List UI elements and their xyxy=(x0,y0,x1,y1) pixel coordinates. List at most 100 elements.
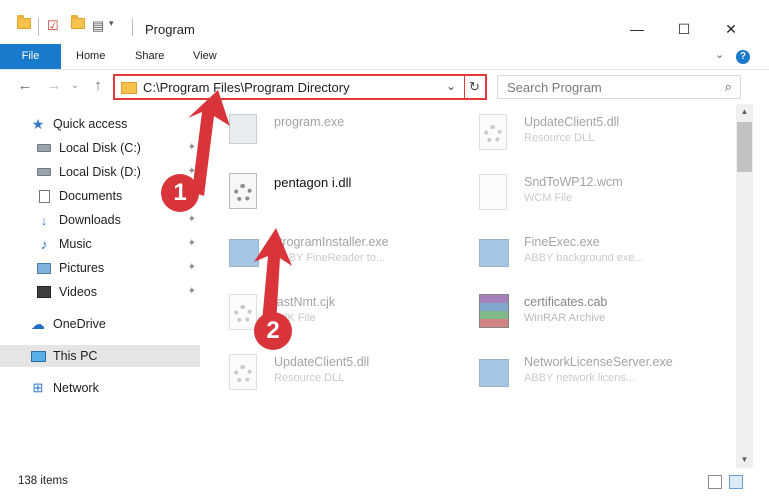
list-item[interactable]: program.exe xyxy=(204,104,454,160)
tab-file[interactable]: File xyxy=(0,44,61,69)
forward-button[interactable]: → xyxy=(45,77,63,95)
dll-icon xyxy=(479,114,509,150)
new-folder-icon[interactable] xyxy=(71,15,85,29)
sidebar-item-downloads[interactable]: ↓ Downloads ✦ xyxy=(0,209,200,231)
list-item[interactable]: UpdateClient5.dll Resource DLL xyxy=(204,344,454,400)
file-name: lastNmt.cjk xyxy=(274,295,336,309)
file-icon xyxy=(479,174,509,210)
list-item[interactable]: NetworkLicenseServer.exe ABBY network li… xyxy=(454,344,704,400)
up-button[interactable]: ↑ xyxy=(89,77,107,95)
list-item[interactable]: FineExec.exe ABBY background exe... xyxy=(454,224,704,280)
network-icon: ⊞ xyxy=(32,380,44,395)
file-name: certificates.cab xyxy=(524,295,608,309)
list-item[interactable]: SndToWP12.wcm WCM File xyxy=(454,164,704,220)
address-bar[interactable]: C:\Program Files\Program Directory ⌄ ↻ xyxy=(113,74,487,100)
sidebar-item-label: Music xyxy=(59,237,92,251)
pin-icon: ✦ xyxy=(187,142,196,153)
star-icon: ★ xyxy=(31,115,45,132)
item-count: 138 items xyxy=(18,475,68,487)
search-placeholder: Search Program xyxy=(507,80,602,95)
minimize-button[interactable]: — xyxy=(614,14,660,44)
properties-icon[interactable]: ☑ xyxy=(47,18,59,34)
sidebar-item-local-disk-c[interactable]: Local Disk (C:) ✦ xyxy=(0,137,200,159)
file-name: FineExec.exe xyxy=(524,235,600,249)
sidebar-item-label: Documents xyxy=(59,189,123,203)
pin-icon: ✦ xyxy=(187,286,196,297)
dll-icon xyxy=(229,354,259,390)
document-icon xyxy=(36,189,52,203)
scroll-thumb[interactable] xyxy=(737,122,752,172)
file-type: ABBY network licens... xyxy=(524,372,636,384)
pin-icon: ✦ xyxy=(187,214,196,225)
details-view-icon[interactable] xyxy=(708,475,722,489)
maximize-button[interactable]: ☐ xyxy=(661,14,707,44)
refresh-button[interactable]: ↻ xyxy=(469,79,480,95)
sidebar-item-label: Local Disk (D:) xyxy=(59,165,141,179)
list-item[interactable]: certificates.cab WinRAR Archive xyxy=(454,284,704,340)
list-item[interactable]: ProgramInstaller.exe ABBY FineReader to.… xyxy=(204,224,454,280)
status-bar: 138 items xyxy=(0,468,769,502)
pin-icon: ✦ xyxy=(187,262,196,273)
dll-icon xyxy=(229,173,259,209)
file-type: WCM File xyxy=(524,192,573,204)
divider xyxy=(464,76,465,98)
sidebar-item-videos[interactable]: Videos ✦ xyxy=(0,281,200,303)
search-icon[interactable]: ⌕ xyxy=(725,79,732,95)
file-type: ABBY background exe... xyxy=(524,252,644,264)
archive-icon xyxy=(479,294,509,330)
customize-quick-access-icon[interactable]: ▾ xyxy=(109,18,114,29)
expand-ribbon-icon[interactable]: ⌄ xyxy=(715,48,724,61)
sidebar-item-this-pc[interactable]: This PC xyxy=(0,345,200,367)
file-name: SndToWP12.wcm xyxy=(524,175,623,189)
file-name: UpdateClient5.dll xyxy=(524,115,620,129)
sidebar-item-label: Quick access xyxy=(53,117,128,131)
ribbon: File Home Share View ⌄ ? xyxy=(0,44,769,70)
video-icon xyxy=(36,285,52,299)
file-name: UpdateClient5.dll xyxy=(274,355,370,369)
tab-home[interactable]: Home xyxy=(76,44,105,69)
sidebar-item-label: Videos xyxy=(59,285,97,299)
sidebar-item-label: OneDrive xyxy=(53,317,106,331)
sidebar-item-label: Pictures xyxy=(59,261,105,275)
step-one-badge: 1 xyxy=(161,174,199,212)
layout-icon[interactable]: ▤ xyxy=(92,18,104,34)
setup-icon xyxy=(229,114,259,150)
address-dropdown-icon[interactable]: ⌄ xyxy=(446,79,456,93)
sidebar-item-quick-access[interactable]: ★ Quick access xyxy=(0,113,200,135)
sidebar-item-network[interactable]: ⊞ Network xyxy=(0,377,200,399)
sidebar-item-onedrive[interactable]: ☁ OneDrive xyxy=(0,313,200,335)
file-name: program.exe xyxy=(274,115,345,129)
app-icon xyxy=(479,354,509,390)
tab-view[interactable]: View xyxy=(193,44,217,69)
folder-icon xyxy=(121,82,137,94)
disk-icon xyxy=(36,165,52,179)
list-item-selected[interactable]: pentagon i.dll xyxy=(204,164,454,220)
navigation-pane: ★ Quick access Local Disk (C:) ✦ Local D… xyxy=(0,104,200,468)
large-icons-view-icon[interactable] xyxy=(729,475,743,489)
address-path[interactable]: C:\Program Files\Program Directory xyxy=(143,80,350,95)
app-icon xyxy=(229,234,259,270)
app-icon xyxy=(479,234,509,270)
list-item[interactable]: UpdateClient5.dll Resource DLL xyxy=(454,104,704,160)
file-type: ABBY FineReader to... xyxy=(274,252,386,264)
tab-share[interactable]: Share xyxy=(135,44,164,69)
sidebar-item-pictures[interactable]: Pictures ✦ xyxy=(0,257,200,279)
scroll-down-icon[interactable]: ▼ xyxy=(736,452,753,468)
disk-icon xyxy=(36,141,52,155)
sidebar-item-label: Local Disk (C:) xyxy=(59,141,141,155)
navigation-bar: ← → ⌄ ↑ C:\Program Files\Program Directo… xyxy=(0,70,769,104)
sidebar-item-label: This PC xyxy=(53,349,98,363)
close-button[interactable]: ✕ xyxy=(708,14,754,44)
scroll-up-icon[interactable]: ▲ xyxy=(736,104,753,120)
pictures-icon xyxy=(36,261,52,275)
help-icon[interactable]: ? xyxy=(736,50,750,64)
search-input[interactable]: Search Program ⌕ xyxy=(497,75,741,99)
window-title: Program xyxy=(145,22,195,37)
sidebar-item-label: Network xyxy=(53,381,99,395)
back-button[interactable]: ← xyxy=(16,77,34,95)
vertical-scrollbar[interactable]: ▲ ▼ xyxy=(736,104,753,468)
recent-locations-icon[interactable]: ⌄ xyxy=(66,77,84,95)
list-item[interactable]: lastNmt.cjk CJK File xyxy=(204,284,454,340)
file-name: ProgramInstaller.exe xyxy=(274,235,389,249)
sidebar-item-music[interactable]: ♪ Music ✦ xyxy=(0,233,200,255)
